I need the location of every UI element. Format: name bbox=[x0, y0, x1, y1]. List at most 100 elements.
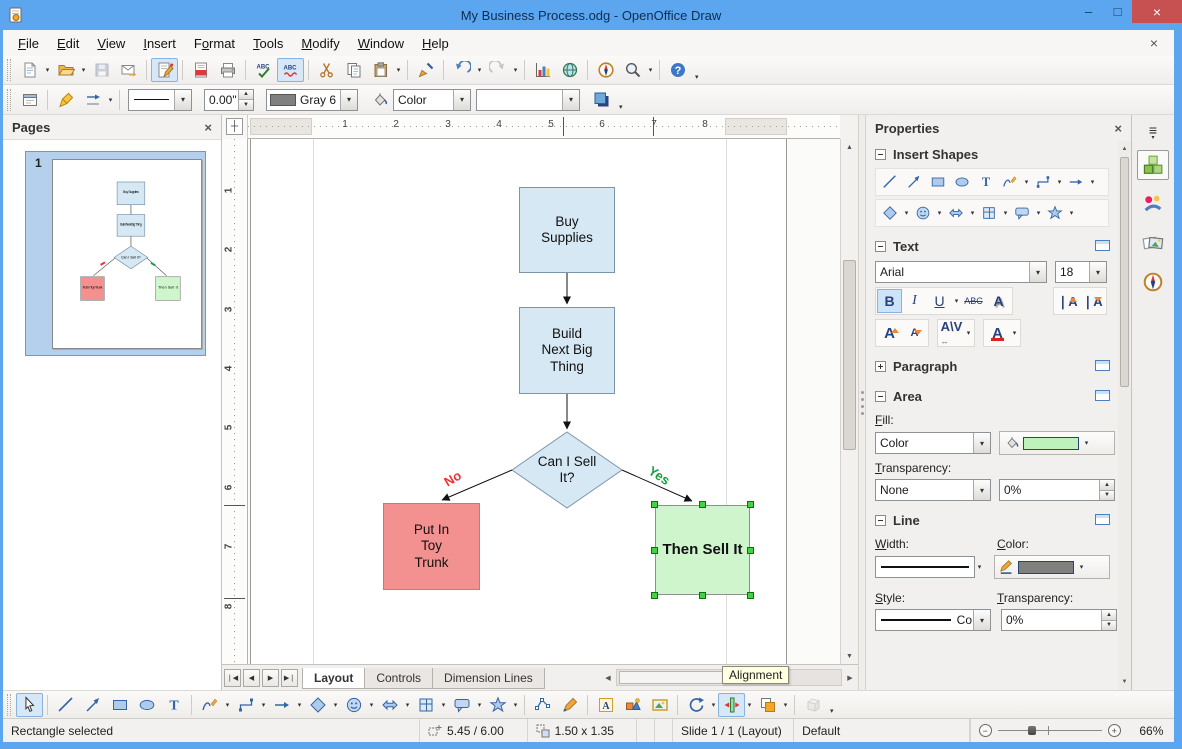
fill-type-select-arrow[interactable]: ▾ bbox=[973, 433, 990, 453]
menu-window[interactable]: Window bbox=[349, 32, 413, 55]
save-button[interactable] bbox=[88, 58, 115, 82]
hyperlink-button[interactable] bbox=[556, 58, 583, 82]
rectangle-icon[interactable] bbox=[926, 170, 950, 194]
lines-arrows-icon[interactable] bbox=[1064, 170, 1088, 194]
spin-up-icon[interactable]: ▲ bbox=[238, 89, 253, 99]
styles-button[interactable] bbox=[16, 88, 43, 112]
paragraph-dialog-launcher-icon[interactable] bbox=[1095, 360, 1110, 371]
curve-dropdown-icon[interactable]: ▾ bbox=[223, 693, 232, 717]
last-page-icon[interactable]: ▶❘ bbox=[281, 668, 298, 687]
rectangle-tool[interactable] bbox=[106, 693, 133, 717]
drawing-canvas[interactable]: Buy Supplies Build Next Big Thing Can I … bbox=[248, 139, 840, 664]
area-fill-type-select[interactable]: Color ▾ bbox=[875, 432, 991, 454]
underline-button[interactable]: U bbox=[927, 289, 952, 313]
selection-handle[interactable] bbox=[747, 547, 754, 554]
callouts-dropdown-icon[interactable]: ▾ bbox=[1034, 201, 1043, 225]
toolbar-overflow-icon[interactable]: ▾ bbox=[830, 707, 834, 718]
scroll-left-icon[interactable]: ◀ bbox=[600, 669, 616, 686]
fill-bucket-icon[interactable] bbox=[366, 88, 393, 112]
scroll-down-icon[interactable]: ▼ bbox=[1118, 674, 1131, 690]
help-button[interactable] bbox=[664, 58, 691, 82]
ellipse-icon[interactable] bbox=[950, 170, 974, 194]
collapse-icon[interactable] bbox=[875, 148, 886, 160]
collapse-icon[interactable] bbox=[875, 514, 886, 526]
sidebar-tab-navigator[interactable] bbox=[1137, 267, 1169, 297]
section-text[interactable]: Text bbox=[866, 235, 1118, 257]
scroll-up-icon[interactable]: ▲ bbox=[1118, 141, 1131, 157]
pages-close-icon[interactable]: × bbox=[204, 120, 212, 135]
glue-points-button[interactable] bbox=[556, 693, 583, 717]
stars-icon[interactable] bbox=[1043, 201, 1067, 225]
line-icon[interactable] bbox=[878, 170, 902, 194]
close-button[interactable]: × bbox=[1132, 0, 1182, 23]
arrow-style-button[interactable] bbox=[79, 88, 106, 112]
bold-button[interactable]: B bbox=[877, 289, 902, 313]
email-document-button[interactable] bbox=[115, 58, 142, 82]
horizontal-ruler[interactable]: 1 2 3 4 5 6 7 8 bbox=[248, 115, 840, 139]
fontwork-button[interactable] bbox=[592, 693, 619, 717]
line-color-select[interactable]: Gray 6 ▾ bbox=[266, 88, 358, 111]
next-page-icon[interactable]: ▶ bbox=[262, 668, 279, 687]
spin-up-icon[interactable]: ▲ bbox=[1099, 480, 1114, 490]
page-thumbnail-selected[interactable]: 1 Buy Supplies Build Next Big Thing Can … bbox=[25, 151, 206, 356]
section-insert-shapes[interactable]: Insert Shapes bbox=[866, 143, 1118, 165]
format-paintbrush-button[interactable] bbox=[412, 58, 439, 82]
maximize-button[interactable]: □ bbox=[1103, 0, 1132, 23]
navigator-button[interactable] bbox=[592, 58, 619, 82]
zoom-slider[interactable] bbox=[997, 724, 1102, 737]
print-button[interactable] bbox=[214, 58, 241, 82]
zoom-slider-thumb[interactable] bbox=[1027, 726, 1036, 735]
font-name-select[interactable]: Arial ▾ bbox=[875, 261, 1047, 283]
sidebar-tab-properties[interactable] bbox=[1137, 150, 1169, 180]
edit-points-button[interactable] bbox=[529, 693, 556, 717]
italic-button[interactable]: I bbox=[902, 289, 927, 313]
page-thumbnail[interactable]: Buy Supplies Build Next Big Thing Can I … bbox=[52, 159, 202, 349]
transparency-value-spinner[interactable]: 0% ▲ ▼ bbox=[999, 479, 1115, 501]
spin-down-icon[interactable]: ▼ bbox=[1101, 619, 1116, 630]
scroll-up-icon[interactable]: ▲ bbox=[841, 139, 858, 155]
increase-spacing-icon[interactable]: ❘A bbox=[1055, 289, 1080, 313]
menu-modify[interactable]: Modify bbox=[292, 32, 348, 55]
toolbar-overflow-icon[interactable]: ▾ bbox=[619, 103, 623, 114]
character-spacing-dropdown-icon[interactable]: ▾ bbox=[964, 321, 973, 345]
basic-shapes-dropdown-icon[interactable]: ▾ bbox=[331, 693, 340, 717]
flowchart-node-buy-supplies[interactable]: Buy Supplies bbox=[519, 187, 615, 273]
block-arrows-icon[interactable] bbox=[944, 201, 968, 225]
arrange-button[interactable] bbox=[754, 693, 781, 717]
scrollbar-thumb[interactable] bbox=[843, 260, 856, 450]
toolbar-grip[interactable] bbox=[7, 59, 11, 81]
arrow-icon[interactable] bbox=[902, 170, 926, 194]
connector-dropdown-icon[interactable]: ▾ bbox=[1055, 170, 1064, 194]
line-transparency-spinner[interactable]: 0% ▲ ▼ bbox=[1001, 609, 1117, 631]
spin-up-icon[interactable]: ▲ bbox=[1101, 610, 1116, 620]
lines-arrows-dropdown-icon[interactable]: ▾ bbox=[1088, 170, 1097, 194]
toolbar-overflow-icon[interactable]: ▾ bbox=[695, 73, 699, 84]
font-size-select-arrow[interactable]: ▾ bbox=[1089, 262, 1106, 282]
paste-button[interactable] bbox=[367, 58, 394, 82]
arrow-tool[interactable] bbox=[79, 693, 106, 717]
lines-arrows-dropdown-icon[interactable]: ▾ bbox=[295, 693, 304, 717]
zoom-percentage[interactable]: 66% bbox=[1129, 719, 1174, 742]
from-file-button[interactable] bbox=[619, 693, 646, 717]
editpoints-pen-button[interactable] bbox=[52, 88, 79, 112]
block-arrows-dropdown-icon[interactable]: ▾ bbox=[403, 693, 412, 717]
sidebar-tab-gallery[interactable] bbox=[1137, 189, 1169, 219]
flowcharts-dropdown-icon[interactable]: ▾ bbox=[1001, 201, 1010, 225]
flowcharts-tool[interactable] bbox=[412, 693, 439, 717]
spin-down-icon[interactable]: ▼ bbox=[238, 99, 253, 110]
properties-close-icon[interactable]: × bbox=[1114, 121, 1122, 136]
callouts-dropdown-icon[interactable]: ▾ bbox=[475, 693, 484, 717]
lines-arrows-tool[interactable] bbox=[268, 693, 295, 717]
copy-button[interactable] bbox=[340, 58, 367, 82]
strikethrough-button[interactable]: ABC bbox=[961, 289, 986, 313]
block-arrows-dropdown-icon[interactable]: ▾ bbox=[968, 201, 977, 225]
symbol-shapes-dropdown-icon[interactable]: ▾ bbox=[935, 201, 944, 225]
connector-dropdown-icon[interactable]: ▾ bbox=[259, 693, 268, 717]
fill-color-dropdown-icon[interactable]: ▾ bbox=[1082, 431, 1091, 455]
sidebar-tab-images[interactable] bbox=[1137, 228, 1169, 258]
vertical-scrollbar[interactable]: ▲ ▼ bbox=[840, 139, 858, 664]
text-shadow-button[interactable]: A bbox=[986, 289, 1011, 313]
redo-dropdown-icon[interactable]: ▾ bbox=[511, 58, 520, 82]
rotate-button[interactable] bbox=[682, 693, 709, 717]
text-icon[interactable] bbox=[974, 170, 998, 194]
